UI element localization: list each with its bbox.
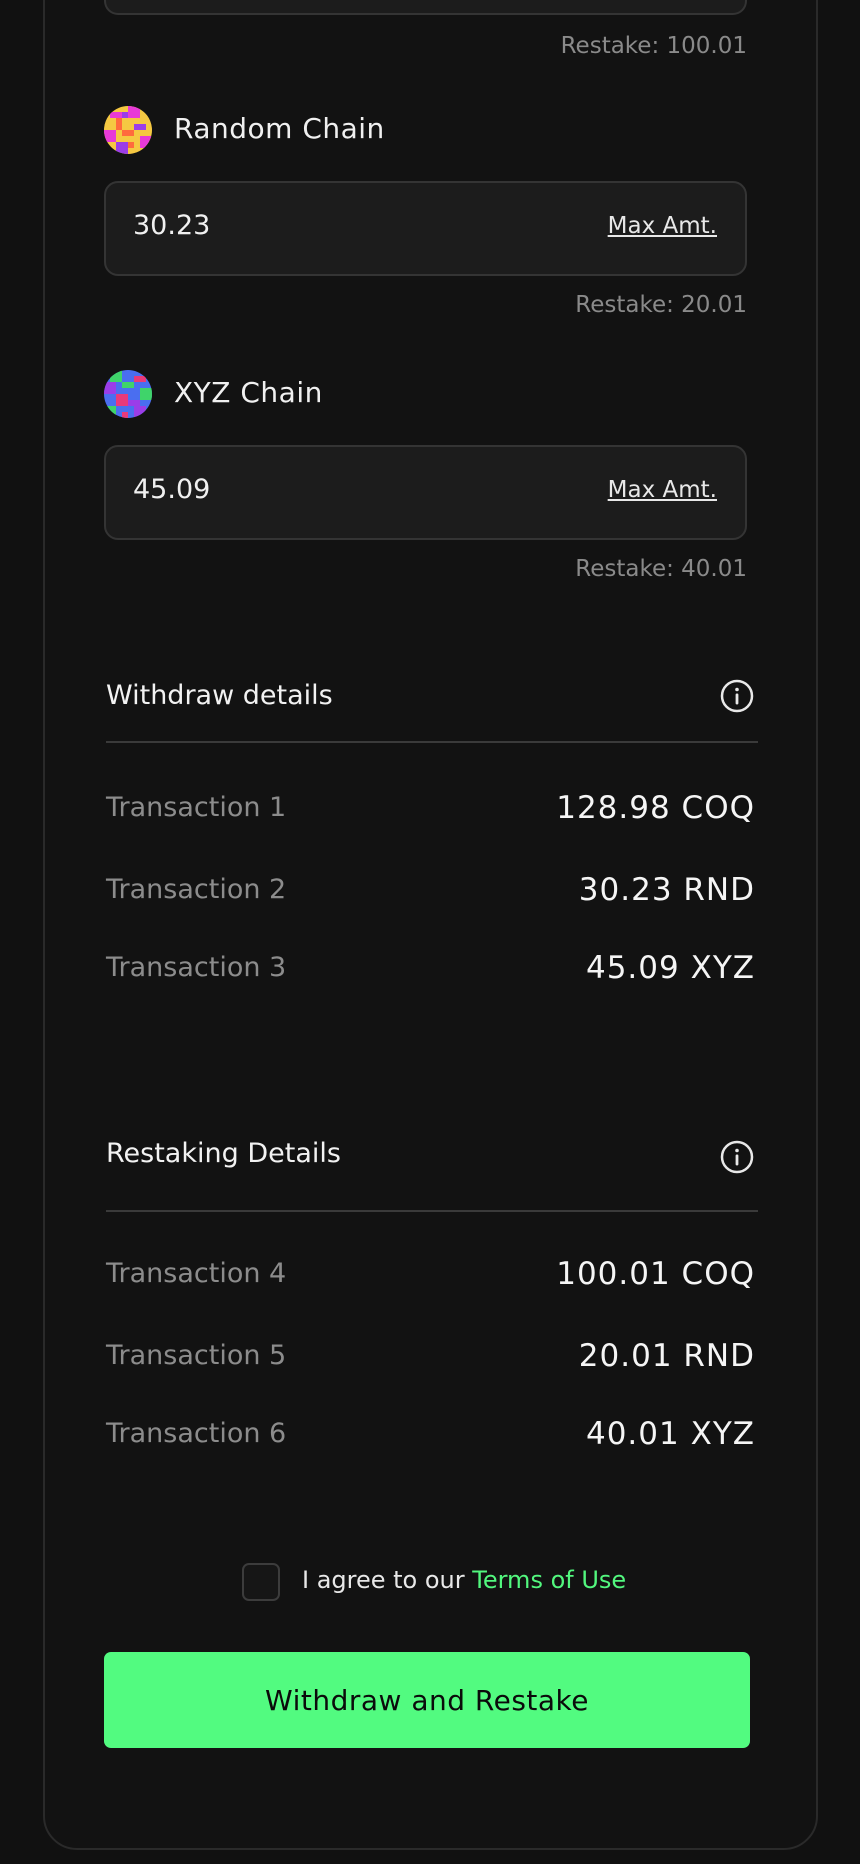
withdraw-transaction-value: 30.23 RND <box>578 872 755 908</box>
restaking-transaction-label: Transaction 6 <box>106 1418 287 1449</box>
random-chain-amount-field[interactable]: 30.23 Max Amt. <box>104 181 747 276</box>
xyz-chain-name: XYZ Chain <box>174 376 323 409</box>
random-chain-name: Random Chain <box>174 112 385 145</box>
restaking-transaction-value: 20.01 RND <box>578 1338 755 1374</box>
withdraw-transaction-label: Transaction 2 <box>106 874 287 905</box>
xyz-chain-max-amount-link[interactable]: Max Amt. <box>608 477 717 503</box>
withdraw-transaction-label: Transaction 1 <box>106 792 287 823</box>
restaking-details-divider <box>106 1210 758 1212</box>
xyz-chain-pixel-icon <box>104 370 152 418</box>
xyz-chain-amount-field[interactable]: 45.09 Max Amt. <box>104 445 747 540</box>
terms-agree-prefix: I agree to our <box>302 1566 473 1594</box>
random-chain-max-amount-link[interactable]: Max Amt. <box>608 213 717 239</box>
restaking-info-icon[interactable] <box>720 1140 754 1174</box>
restaking-details-title: Restaking Details <box>106 1138 341 1169</box>
xyz-chain-restake-amount: Restake: 40.01 <box>575 556 747 582</box>
restaking-transaction-value: 100.01 COQ <box>556 1256 755 1292</box>
restaking-transaction-value: 40.01 XYZ <box>585 1416 755 1452</box>
random-chain-pixel-icon <box>104 106 152 154</box>
restaking-transaction-label: Transaction 5 <box>106 1340 287 1371</box>
terms-of-use-link[interactable]: Terms of Use <box>472 1566 626 1594</box>
withdraw-and-restake-button[interactable]: Withdraw and Restake <box>104 1652 750 1748</box>
withdraw-details-title: Withdraw details <box>106 680 333 711</box>
withdraw-info-icon[interactable] <box>720 679 754 713</box>
restake-amount-top: Restake: 100.01 <box>560 33 747 59</box>
xyz-chain-amount-value[interactable]: 45.09 <box>133 474 210 505</box>
terms-agree-checkbox[interactable] <box>242 1563 280 1601</box>
amount-field-top[interactable] <box>104 0 747 15</box>
withdraw-transaction-label: Transaction 3 <box>106 952 287 983</box>
random-chain-amount-value[interactable]: 30.23 <box>133 210 210 241</box>
terms-agree-text: I agree to our Terms of Use <box>302 1566 626 1594</box>
random-chain-restake-amount: Restake: 20.01 <box>575 292 747 318</box>
withdraw-transaction-value: 45.09 XYZ <box>585 950 755 986</box>
restaking-transaction-label: Transaction 4 <box>106 1258 287 1289</box>
withdraw-transaction-value: 128.98 COQ <box>556 790 755 826</box>
withdraw-details-divider <box>106 741 758 743</box>
